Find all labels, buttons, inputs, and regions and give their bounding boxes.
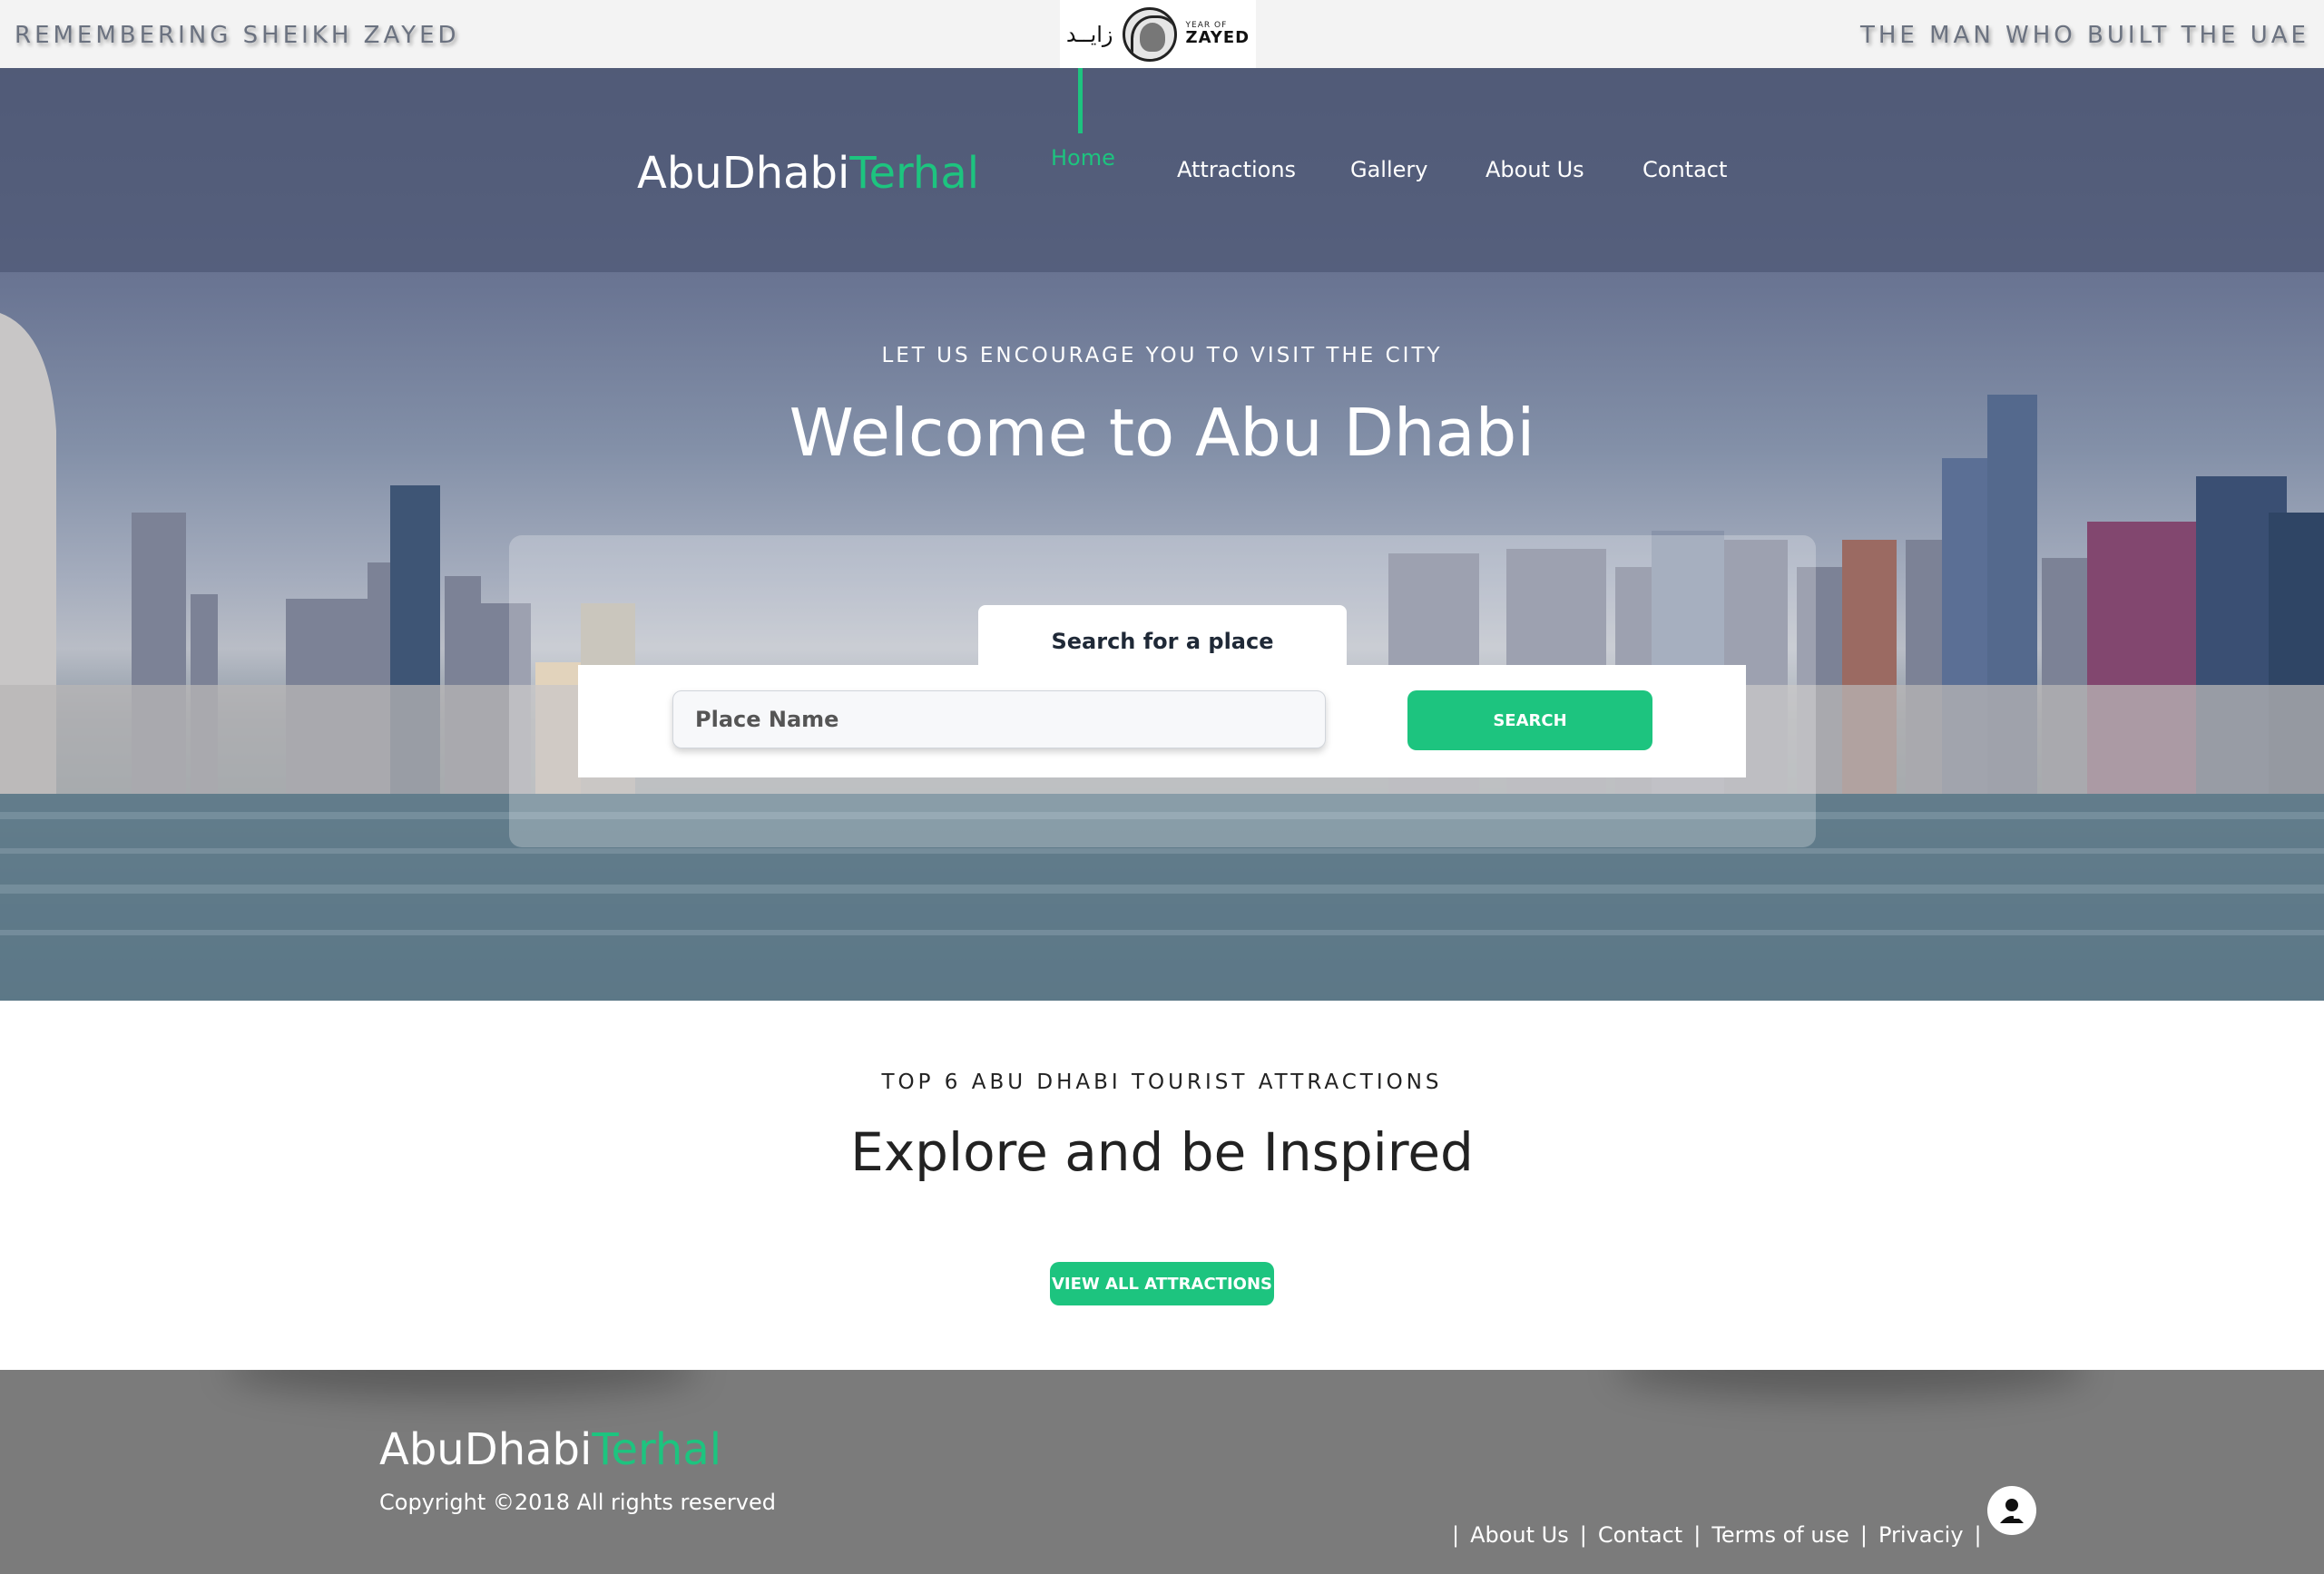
link-separator: | <box>1452 1522 1460 1548</box>
place-name-input[interactable] <box>672 690 1326 748</box>
footer-brand-main: AbuDhabi <box>379 1424 593 1475</box>
link-separator: | <box>1974 1522 1982 1548</box>
hero-section: AbuDhabiTerhal Home Attractions Gallery … <box>0 68 2324 1001</box>
nav-item-gallery[interactable]: Gallery <box>1350 157 1427 182</box>
footer-link-privacy[interactable]: Privaciy <box>1878 1522 1964 1548</box>
nav-item-home[interactable]: Home <box>1051 145 1115 171</box>
header-shade <box>0 68 2324 272</box>
banner-left-text: REMEMBERING SHEIKH ZAYED <box>15 22 460 49</box>
top-banner: REMEMBERING SHEIKH ZAYED زايــد YEAR OF … <box>0 0 2324 68</box>
footer-logo[interactable]: AbuDhabiTerhal <box>379 1424 721 1475</box>
explore-subtitle: TOP 6 ABU DHABI TOURIST ATTRACTIONS <box>881 1071 1443 1094</box>
view-all-attractions-button[interactable]: VIEW ALL ATTRACTIONS <box>1050 1262 1274 1305</box>
link-separator: | <box>1693 1522 1701 1548</box>
logo-latin-text: YEAR OF ZAYED <box>1186 22 1250 46</box>
footer-link-about-us[interactable]: About Us <box>1470 1522 1569 1548</box>
hero-subtitle: LET US ENCOURAGE YOU TO VISIT THE CITY <box>881 344 1443 367</box>
nav-item-attractions[interactable]: Attractions <box>1177 157 1296 182</box>
footer-shadow-right <box>1615 1370 2087 1397</box>
footer-shadow-left <box>227 1370 699 1397</box>
footer-link-terms[interactable]: Terms of use <box>1711 1522 1849 1548</box>
explore-title: Explore and be Inspired <box>850 1121 1474 1183</box>
hero-title: Welcome to Abu Dhabi <box>789 395 1535 471</box>
footer-brand-accent: Terhal <box>592 1424 722 1475</box>
copyright-text: Copyright ©2018 All rights reserved <box>379 1490 776 1515</box>
active-nav-indicator <box>1078 68 1083 133</box>
logo-arabic-text: زايــد <box>1065 21 1113 47</box>
banner-right-text: THE MAN WHO BUILT THE UAE <box>1859 22 2309 49</box>
brand-main-text: AbuDhabi <box>637 148 850 199</box>
nav-item-about-us[interactable]: About Us <box>1486 157 1584 182</box>
link-separator: | <box>1579 1522 1587 1548</box>
site-logo[interactable]: AbuDhabiTerhal <box>637 148 979 199</box>
portrait-icon <box>1122 6 1177 62</box>
footer: AbuDhabiTerhal Copyright ©2018 All right… <box>0 1370 2324 1574</box>
user-icon-glyph <box>2000 1499 2024 1523</box>
search-button[interactable]: SEARCH <box>1407 690 1652 750</box>
footer-link-contact[interactable]: Contact <box>1598 1522 1682 1548</box>
year-of-zayed-logo[interactable]: زايــد YEAR OF ZAYED <box>1060 0 1256 68</box>
brand-accent-text: Terhal <box>849 148 980 199</box>
footer-links: | About Us | Contact | Terms of use | Pr… <box>1452 1522 1982 1548</box>
link-separator: | <box>1859 1522 1868 1548</box>
logo-big-text: ZAYED <box>1185 28 1250 47</box>
nav-item-contact[interactable]: Contact <box>1642 157 1727 182</box>
search-form: SEARCH <box>578 665 1746 777</box>
user-icon[interactable] <box>1987 1486 2036 1535</box>
